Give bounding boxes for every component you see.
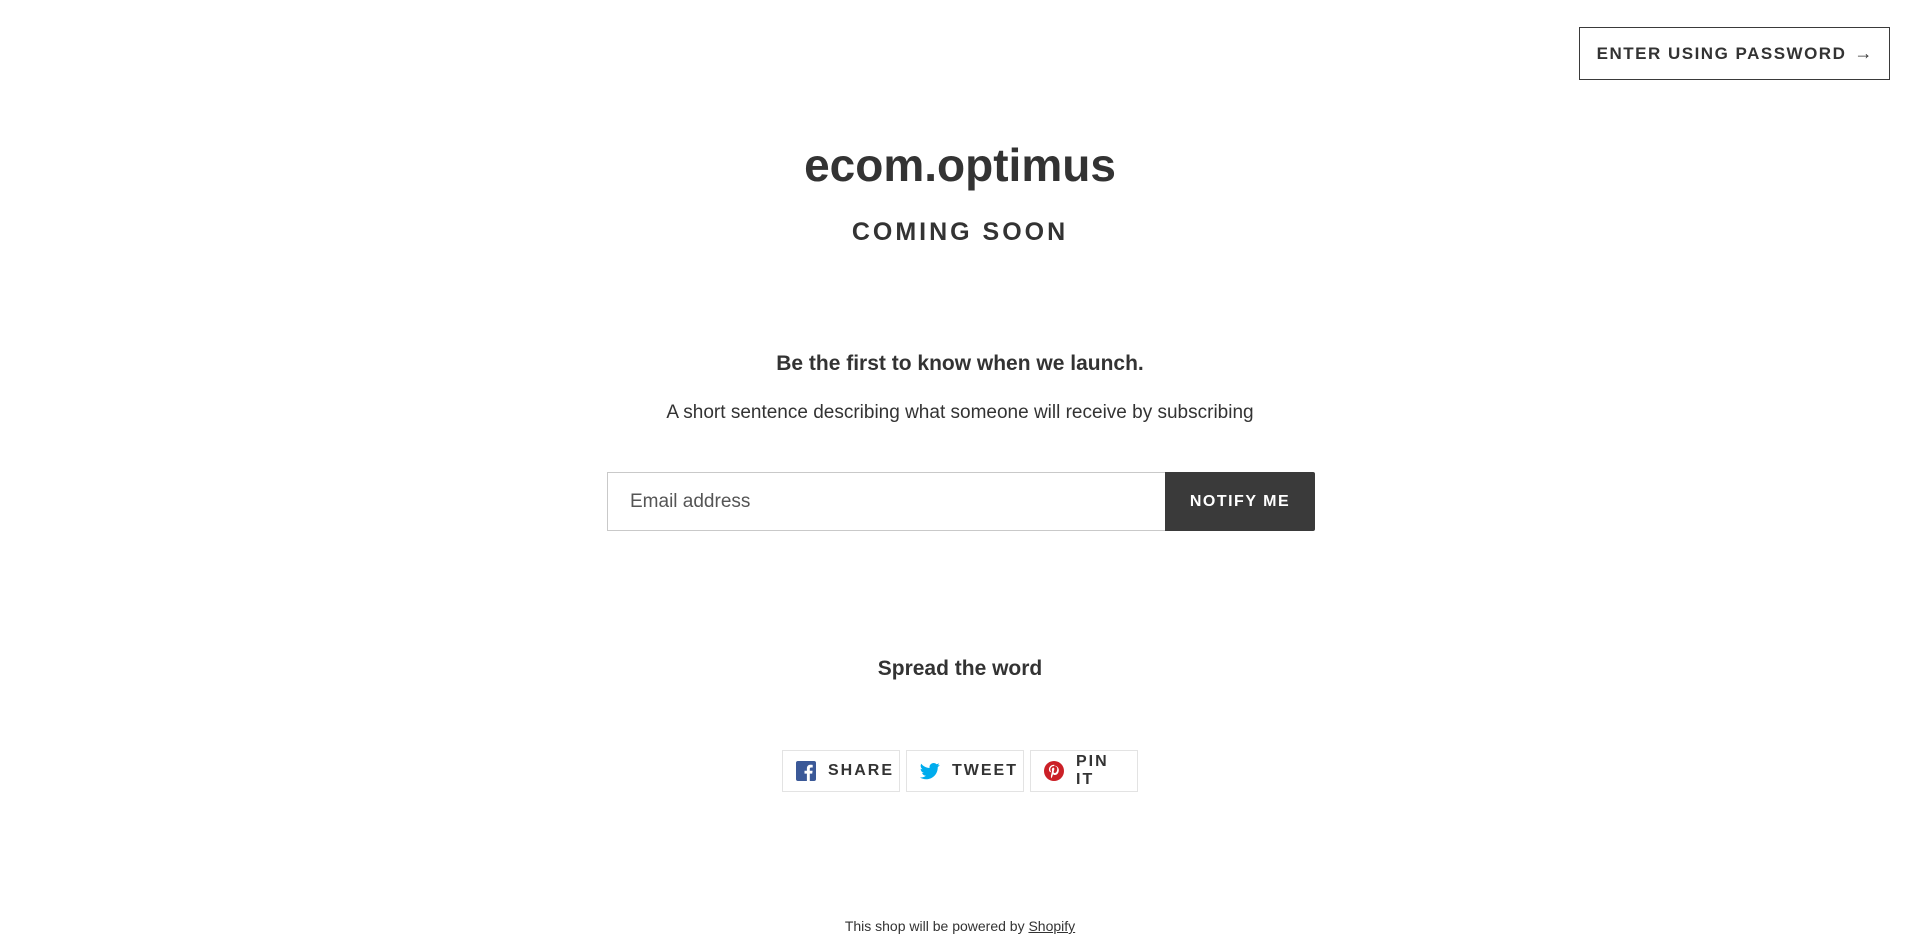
- footer: This shop will be powered by Shopify: [0, 918, 1920, 934]
- twitter-tweet-label: TWEET: [952, 762, 1018, 779]
- pinterest-pin-button[interactable]: PIN IT: [1030, 750, 1138, 792]
- facebook-share-button[interactable]: SHARE: [782, 750, 900, 792]
- enter-using-password-label: ENTER USING PASSWORD: [1596, 43, 1847, 63]
- coming-soon-tagline: COMING SOON: [851, 218, 1069, 246]
- pinterest-icon: [1044, 761, 1064, 781]
- facebook-icon: [796, 761, 816, 781]
- twitter-tweet-button[interactable]: TWEET: [906, 750, 1024, 792]
- password-page: ENTER USING PASSWORD → ecom.optimus COMI…: [0, 0, 1920, 937]
- shopify-link[interactable]: Shopify: [1028, 918, 1075, 934]
- pinterest-pin-label: PIN IT: [1076, 753, 1109, 788]
- twitter-icon: [920, 761, 940, 781]
- notify-me-button[interactable]: NOTIFY ME: [1165, 472, 1315, 531]
- shop-name: ecom.optimus: [804, 139, 1116, 191]
- facebook-share-label: SHARE: [828, 762, 895, 779]
- newsletter-heading: Be the first to know when we launch.: [776, 352, 1144, 375]
- share-heading: Spread the word: [877, 657, 1043, 680]
- newsletter-description: A short sentence describing what someone…: [666, 402, 1254, 423]
- share-buttons: SHARE TWEET PIN IT: [0, 750, 1920, 792]
- newsletter-form: NOTIFY ME: [607, 472, 1315, 531]
- email-input[interactable]: [607, 472, 1165, 531]
- arrow-right-icon: →: [1854, 43, 1873, 63]
- enter-using-password-button[interactable]: ENTER USING PASSWORD →: [1579, 27, 1890, 80]
- footer-text: This shop will be powered by: [844, 918, 1029, 934]
